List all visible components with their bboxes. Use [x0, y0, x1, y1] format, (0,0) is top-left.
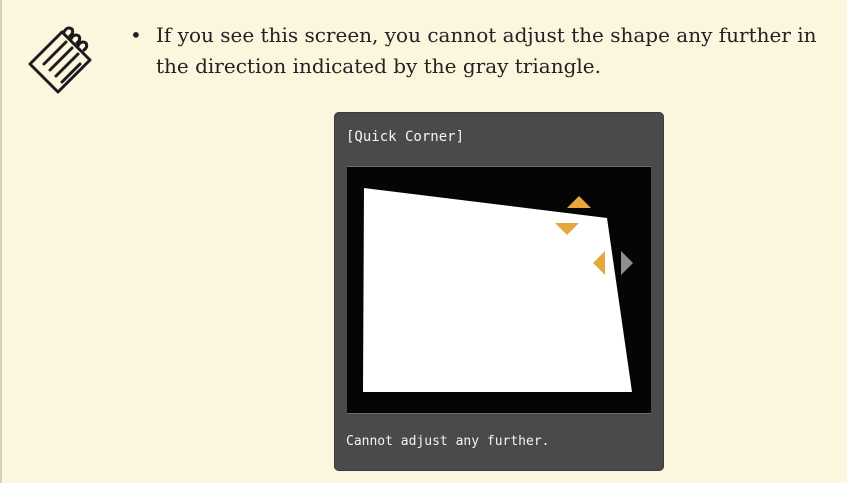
note-pencil-icon [28, 26, 92, 94]
projected-image-shape [363, 188, 632, 392]
status-message: Cannot adjust any further. [346, 434, 550, 449]
preview-svg [363, 188, 633, 392]
note-bullet-item: • If you see this screen, you cannot adj… [130, 20, 832, 82]
up-arrow-icon [567, 196, 591, 208]
bullet-marker: • [130, 23, 142, 47]
note-text: If you see this screen, you cannot adjus… [156, 23, 817, 78]
projection-preview [347, 166, 651, 414]
right-arrow-limit-icon [621, 251, 633, 275]
dialog-title: [Quick Corner] [346, 129, 465, 145]
note-box: • If you see this screen, you cannot adj… [0, 0, 847, 483]
quick-corner-dialog: [Quick Corner] Cannot adjust any further… [334, 112, 664, 471]
